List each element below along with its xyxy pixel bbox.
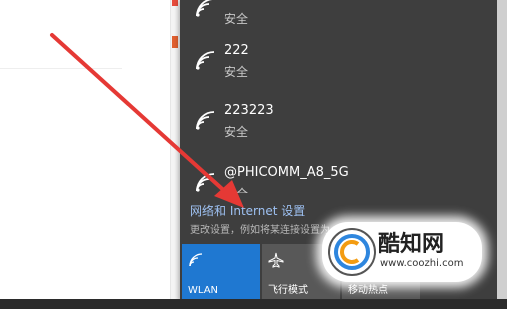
network-status: 安全 — [224, 12, 249, 26]
watermark-url: www.coozhi.com — [380, 258, 464, 269]
page-red-marker — [172, 0, 178, 6]
network-status: 安全 — [224, 185, 248, 193]
network-name: @PHICOMM_A8_5G — [224, 165, 349, 180]
flyout-right-edge — [497, 0, 507, 301]
network-item[interactable]: 223223 安全 — [180, 103, 497, 161]
wifi-signal-icon — [196, 173, 215, 192]
network-status: 安全 — [224, 65, 249, 79]
coozhi-watermark: 酷知网 www.coozhi.com — [322, 222, 482, 282]
taskbar — [0, 299, 507, 309]
page-red-badge — [172, 36, 178, 48]
coozhi-logo-icon — [328, 228, 376, 276]
background-page — [0, 0, 180, 309]
wlan-toggle-button[interactable]: WLAN — [182, 244, 260, 301]
network-item[interactable]: @PHICOMM_A8_5G 安全 — [180, 165, 497, 193]
network-name: 222 — [224, 43, 249, 58]
page-divider — [0, 68, 122, 69]
network-item[interactable]: 安全 — [180, 0, 497, 48]
airplane-icon — [268, 252, 284, 268]
watermark-title: 酷知网 — [378, 232, 445, 257]
mobile-hotspot-label: 移动热点 — [348, 285, 388, 296]
network-status: 安全 — [224, 125, 249, 139]
airplane-mode-label: 飞行模式 — [268, 285, 308, 296]
network-item[interactable]: 222 安全 — [180, 43, 497, 101]
wifi-signal-icon — [196, 51, 215, 70]
network-settings-link[interactable]: 网络和 Internet 设置 — [190, 202, 305, 219]
wifi-icon — [189, 253, 203, 267]
wifi-signal-icon — [196, 111, 215, 130]
network-name: 223223 — [224, 103, 274, 118]
wifi-signal-icon — [196, 0, 214, 17]
wlan-label: WLAN — [188, 285, 219, 296]
